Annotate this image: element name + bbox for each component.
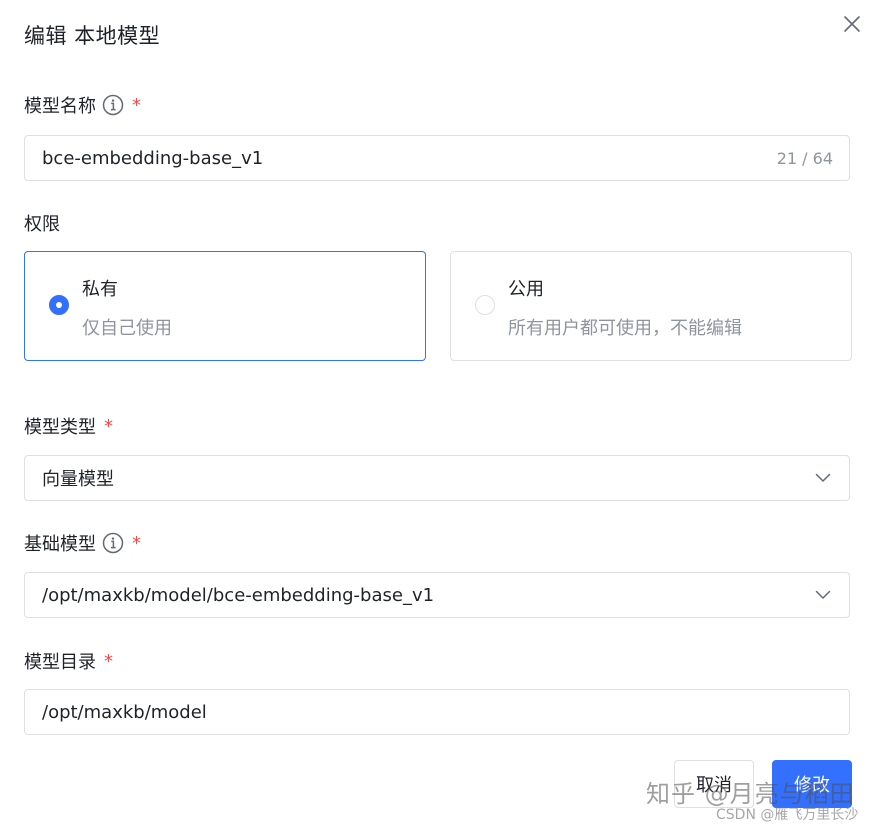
model-dir-value: /opt/maxkb/model	[42, 701, 207, 723]
chevron-down-icon	[813, 585, 833, 605]
model-name-value: bce-embedding-base_v1	[42, 147, 264, 169]
close-icon	[844, 16, 860, 32]
info-icon[interactable]	[102, 94, 124, 116]
permission-label-row: 权限	[24, 210, 60, 236]
permission-option-title: 公用	[508, 279, 544, 300]
base-model-label-row: 基础模型 *	[24, 530, 141, 556]
base-model-select[interactable]: /opt/maxkb/model/bce-embedding-base_v1	[24, 572, 850, 618]
edit-model-dialog: 编辑 本地模型 模型名称 * bce-embedding-base_v1 21 …	[0, 0, 886, 828]
char-counter: 21 / 64	[776, 148, 833, 168]
required-mark: *	[132, 94, 141, 116]
info-icon[interactable]	[102, 532, 124, 554]
model-name-label: 模型名称	[24, 96, 96, 117]
model-type-value: 向量模型	[42, 469, 114, 490]
model-type-label-row: 模型类型 *	[24, 413, 113, 439]
chevron-down-icon	[813, 468, 833, 488]
watermark-csdn: CSDN @雁飞万里长沙	[716, 807, 859, 823]
dialog-title: 编辑 本地模型	[24, 24, 161, 48]
permission-option-public[interactable]: 公用 所有用户都可使用，不能编辑	[450, 251, 852, 361]
required-mark: *	[104, 415, 113, 437]
required-mark: *	[104, 650, 113, 672]
radio-unchecked-icon	[475, 295, 495, 315]
model-name-label-row: 模型名称 *	[24, 92, 141, 118]
permission-option-title: 私有	[82, 279, 118, 300]
model-dir-label: 模型目录	[24, 652, 96, 673]
base-model-label: 基础模型	[24, 534, 96, 555]
permission-option-desc: 仅自己使用	[82, 318, 172, 339]
permission-label: 权限	[24, 214, 60, 235]
radio-checked-icon	[49, 295, 69, 315]
base-model-value: /opt/maxkb/model/bce-embedding-base_v1	[42, 584, 435, 606]
model-type-select[interactable]: 向量模型	[24, 455, 850, 501]
close-button[interactable]	[840, 12, 864, 36]
model-dir-input[interactable]: /opt/maxkb/model	[24, 689, 850, 735]
required-mark: *	[132, 532, 141, 554]
model-type-label: 模型类型	[24, 417, 96, 438]
permission-option-desc: 所有用户都可使用，不能编辑	[508, 318, 742, 339]
model-name-input[interactable]: bce-embedding-base_v1 21 / 64	[24, 135, 850, 181]
model-dir-label-row: 模型目录 *	[24, 648, 113, 674]
permission-option-private[interactable]: 私有 仅自己使用	[24, 251, 426, 361]
